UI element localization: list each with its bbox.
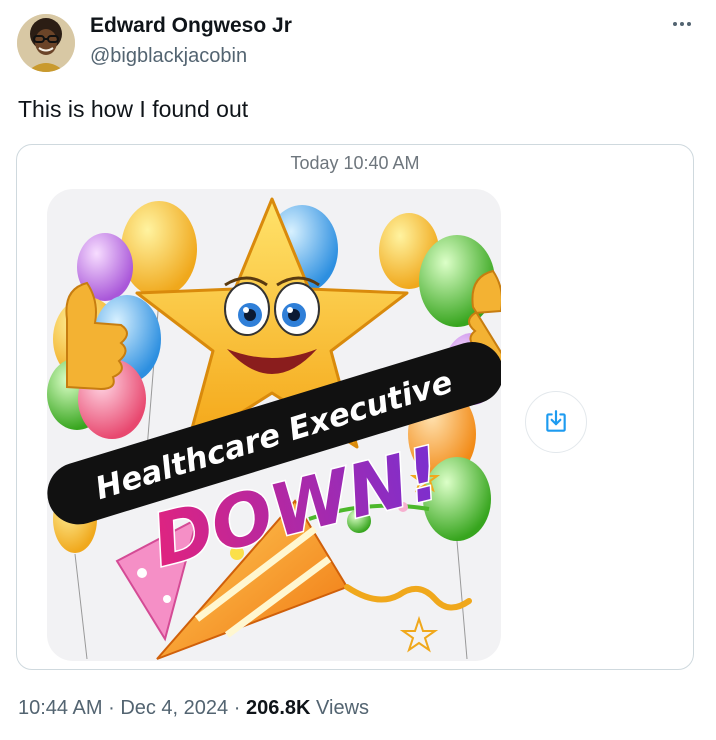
- download-to-box-icon: [546, 410, 566, 432]
- views-count: 206.8K: [245, 697, 311, 719]
- avatar-portrait: [17, 14, 75, 72]
- celebration-sticker-art: Healthcare Executive DOWN!: [47, 197, 501, 660]
- celebration-sticker-image[interactable]: Healthcare Executive DOWN!: [47, 189, 501, 661]
- post-date[interactable]: Dec 4, 2024: [120, 697, 228, 719]
- more-dot: [673, 22, 677, 26]
- views-label: Views: [316, 697, 370, 719]
- more-dot: [680, 22, 684, 26]
- save-image-button[interactable]: [525, 391, 587, 453]
- post-time[interactable]: 10:44 AM: [18, 697, 103, 719]
- avatar[interactable]: [17, 14, 75, 72]
- tweet-meta: 10:44 AM · Dec 4, 2024 · 206.8K Views: [18, 697, 369, 720]
- author-name[interactable]: Edward Ongweso Jr: [90, 14, 292, 38]
- more-dot: [687, 22, 691, 26]
- message-timestamp: Today 10:40 AM: [290, 153, 420, 173]
- author-handle[interactable]: @bigblackjacobin: [90, 45, 247, 68]
- tweet-text: This is how I found out: [18, 96, 249, 122]
- meta-separator: ·: [108, 697, 115, 719]
- message-card[interactable]: Today 10:40 AM Healthcare Executive DOWN…: [16, 144, 694, 670]
- ellipsis-icon[interactable]: [664, 12, 700, 36]
- meta-separator: ·: [233, 697, 241, 719]
